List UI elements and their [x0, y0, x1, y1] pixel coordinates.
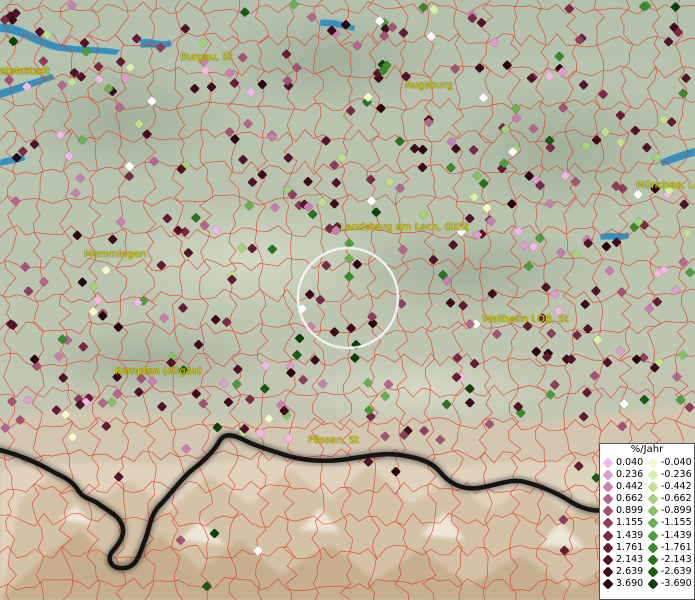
legend-swatch-positive	[602, 566, 614, 578]
city-label-augsburg: Augsburg	[405, 80, 453, 91]
legend-swatch-negative	[647, 554, 659, 566]
legend-value-negative: -3.690	[661, 577, 692, 589]
city-label-landsberg: Landsberg am Lech, GKSt	[340, 222, 469, 233]
legend-rows: 0.040 -0.040 0.236 -0.236 0.442 -0.442 0.662 -0…	[600, 457, 694, 590]
legend-swatch-positive	[602, 578, 614, 590]
legend-swatch-positive	[602, 469, 614, 481]
legend-value-negative: -0.236	[661, 469, 692, 481]
legend-swatch-negative	[647, 541, 659, 554]
legend-value-negative: -1.761	[661, 541, 692, 553]
legend-value-positive: 0.899	[616, 505, 644, 517]
legend-swatch-negative	[647, 529, 659, 542]
legend-swatch-positive	[602, 541, 614, 554]
legend-swatch-negative	[647, 505, 659, 518]
legend-value-positive: 1.761	[616, 541, 644, 553]
legend-swatch-positive	[602, 457, 614, 469]
legend-value-positive: 0.236	[616, 469, 644, 481]
legend-row: 1.155 -1.155	[600, 517, 694, 530]
legend-value-negative: -2.639	[661, 565, 692, 577]
legend-row: 3.690 -3.690	[600, 578, 694, 590]
legend-swatch-negative	[647, 457, 659, 469]
legend-value-positive: 1.439	[616, 529, 644, 541]
legend-value-positive: 2.143	[616, 553, 644, 565]
legend-row: 0.236 -0.236	[600, 469, 694, 481]
legend-swatch-negative	[647, 469, 659, 481]
map-canvas	[0, 0, 695, 600]
city-label-weilheim: Weilheim i.OB, St	[482, 314, 569, 325]
legend-swatch-negative	[647, 578, 659, 590]
legend-swatch-negative	[647, 566, 659, 578]
legend-value-negative: -0.899	[661, 505, 692, 517]
map-view[interactable]: statsstadt Burgau, St Augsburg München, …	[0, 0, 695, 600]
legend-value-positive: 2.639	[616, 565, 644, 577]
city-label-memmingen: Memmingen	[84, 249, 147, 260]
city-label-muenchen: München, La	[636, 180, 695, 191]
legend-value-positive: 0.040	[616, 457, 644, 468]
legend-swatch-positive	[602, 505, 614, 518]
legend-title: %/Jahr	[630, 444, 664, 455]
legend-value-positive: 0.662	[616, 493, 644, 505]
legend-swatch-positive	[602, 554, 614, 566]
legend-swatch-negative	[647, 481, 659, 493]
legend-value-positive: 3.690	[616, 577, 644, 589]
map-legend: %/Jahr 0.040 -0.040 0.236 -0.236 0.442 -0.442…	[599, 443, 695, 600]
legend-swatch-positive	[602, 493, 614, 505]
legend-row: 0.662 -0.662	[600, 493, 694, 505]
legend-row: 0.040 -0.040	[600, 457, 694, 469]
legend-row: 0.442 -0.442	[600, 481, 694, 493]
legend-row: 2.639 -2.639	[600, 566, 694, 578]
legend-swatch-negative	[647, 493, 659, 505]
legend-swatch-negative	[647, 517, 659, 530]
city-label-fuessen: Füssen, St	[308, 435, 360, 446]
legend-row: 2.143 -2.143	[600, 554, 694, 566]
legend-value-positive: 0.442	[616, 481, 644, 493]
city-label-ingolstadt: statsstadt	[0, 66, 50, 77]
city-label-kempten: Kempten (Allgäu)	[115, 366, 202, 377]
legend-swatch-positive	[602, 529, 614, 542]
legend-value-negative: -2.143	[661, 553, 692, 565]
city-label-burgau: Burgau, St	[180, 52, 233, 63]
legend-row: 1.761 -1.761	[600, 542, 694, 554]
legend-row: 1.439 -1.439	[600, 530, 694, 542]
legend-swatch-positive	[602, 517, 614, 530]
legend-row: 0.899 -0.899	[600, 505, 694, 518]
legend-value-negative: -0.662	[661, 493, 692, 505]
legend-value-negative: -0.442	[661, 481, 692, 493]
legend-value-negative: -1.439	[661, 529, 692, 541]
legend-value-positive: 1.155	[616, 517, 644, 529]
legend-value-negative: -1.155	[661, 517, 692, 529]
legend-swatch-positive	[602, 481, 614, 493]
legend-value-negative: -0.040	[661, 457, 692, 468]
